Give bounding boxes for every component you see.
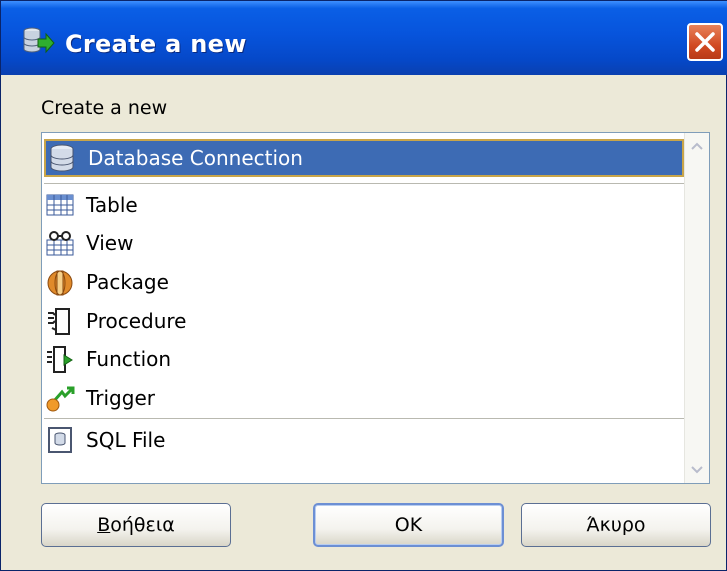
window-title: Create a new <box>65 30 247 58</box>
list-item-label: Procedure <box>86 309 187 333</box>
cancel-button-label: Άκυρο <box>586 514 646 536</box>
chevron-up-icon <box>691 142 703 150</box>
database-icon <box>47 143 77 173</box>
item-type-list[interactable]: Database Connection Table View Package P… <box>41 132 710 484</box>
close-icon <box>695 32 715 52</box>
vertical-scrollbar[interactable] <box>684 133 709 483</box>
procedure-icon <box>45 306 75 336</box>
list-item-table[interactable]: Table <box>44 186 138 224</box>
trigger-icon <box>45 383 75 413</box>
close-button[interactable] <box>687 23 723 61</box>
list-item-label: Package <box>86 270 169 294</box>
create-new-label: Create a new <box>41 97 168 119</box>
scroll-up-button[interactable] <box>685 133 709 159</box>
list-separator <box>44 418 684 419</box>
package-icon <box>45 267 75 297</box>
list-item-trigger[interactable]: Trigger <box>44 379 155 417</box>
ok-button[interactable]: OK <box>313 503 504 547</box>
new-database-icon <box>21 25 55 57</box>
view-icon <box>45 228 75 258</box>
list-item-function[interactable]: Function <box>44 340 171 378</box>
list-item-label: SQL File <box>86 428 166 452</box>
help-button[interactable]: Βοήθεια <box>41 503 231 547</box>
function-icon <box>45 344 75 374</box>
list-item-label: Function <box>86 347 172 371</box>
list-item-procedure[interactable]: Procedure <box>44 302 187 340</box>
help-mnemonic: Β <box>97 514 111 536</box>
chevron-down-icon <box>691 466 703 474</box>
list-item-label: View <box>86 231 134 255</box>
list-separator <box>44 183 684 184</box>
list-item-view[interactable]: View <box>44 224 133 262</box>
cancel-button[interactable]: Άκυρο <box>521 503 711 547</box>
table-icon <box>45 190 75 220</box>
scroll-down-button[interactable] <box>685 457 709 483</box>
list-item-label: Trigger <box>86 386 155 410</box>
ok-button-label: OK <box>394 514 423 536</box>
list-item-label: Database Connection <box>88 146 303 170</box>
help-button-label: οήθεια <box>110 514 175 536</box>
list-item-sql-file[interactable]: SQL File <box>44 421 165 459</box>
list-item-database-connection[interactable]: Database Connection <box>44 139 684 177</box>
list-item-label: Table <box>86 193 138 217</box>
list-item-package[interactable]: Package <box>44 263 169 301</box>
title-bar[interactable]: Create a new <box>1 1 727 75</box>
sql-file-icon <box>45 425 75 455</box>
create-new-dialog: Create a new Create a new Database Conne… <box>0 0 727 571</box>
